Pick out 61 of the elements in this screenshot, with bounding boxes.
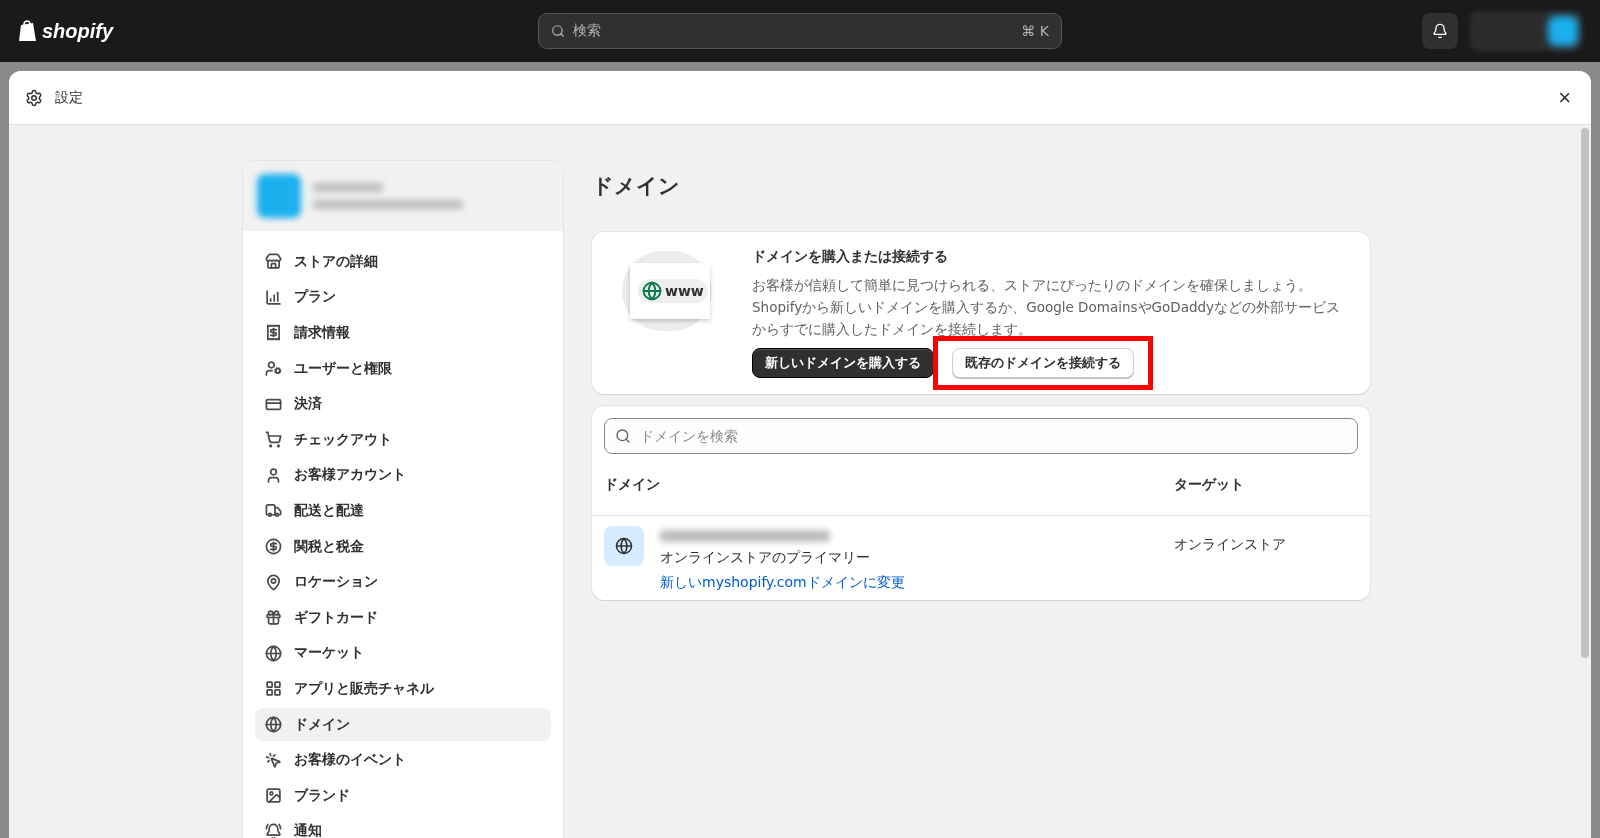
scrollbar[interactable] bbox=[1581, 128, 1589, 658]
sidebar-item[interactable]: ロケーション bbox=[255, 565, 551, 599]
store-avatar bbox=[257, 174, 301, 218]
sidebar-item[interactable]: 決済 bbox=[255, 387, 551, 421]
sidebar-item[interactable]: ブランド bbox=[255, 778, 551, 813]
cart-icon bbox=[265, 431, 282, 449]
account-menu[interactable] bbox=[1470, 11, 1582, 51]
sidebar-item[interactable]: チェックアウト bbox=[255, 422, 551, 457]
sidebar-item[interactable]: ユーザーと権限 bbox=[255, 351, 551, 386]
shopping-bag-icon bbox=[18, 19, 38, 43]
promo-description: お客様が信頼して簡単に見つけられる、ストアにぴったりのドメインを確保しましょう。Shopifyから新しいドメインを購入するか、Google DomainsやGoDaddyなどの外部サービスからすでに購入したドメインを接続します。 bbox=[752, 276, 1342, 339]
logo-text[interactable]: shopify bbox=[42, 19, 114, 43]
sidebar-item[interactable]: 関税と税金 bbox=[255, 529, 551, 564]
buy-domain-button[interactable]: 新しいドメインを購入する bbox=[752, 348, 934, 378]
globe-icon bbox=[604, 526, 644, 566]
column-header: ドメイン bbox=[604, 475, 661, 494]
bell-icon bbox=[265, 822, 282, 838]
sidebar-item[interactable]: マーケット bbox=[255, 636, 551, 671]
promo-title: ドメインを購入または接続する bbox=[752, 248, 949, 266]
close-button[interactable]: × bbox=[1554, 84, 1575, 111]
person-icon bbox=[265, 466, 282, 484]
gift-icon bbox=[265, 609, 282, 627]
bell-icon bbox=[1432, 23, 1448, 39]
change-domain-link[interactable]: 新しいmyshopify.comドメインに変更 bbox=[660, 574, 905, 592]
map-pin-icon bbox=[265, 573, 282, 591]
bar-chart-icon bbox=[265, 288, 282, 306]
coin-icon bbox=[265, 538, 282, 556]
search-field[interactable]: 検索 ⌘ K bbox=[538, 13, 1062, 49]
search-placeholder: 検索 bbox=[573, 22, 601, 40]
image-icon bbox=[265, 787, 282, 805]
globe-icon bbox=[265, 716, 282, 733]
search-icon bbox=[615, 428, 631, 444]
sidebar-item[interactable]: 請求情報 bbox=[255, 316, 551, 350]
notifications-button[interactable] bbox=[1422, 13, 1458, 49]
store-icon bbox=[265, 253, 282, 271]
target-cell-text: オンラインストア bbox=[1174, 535, 1287, 554]
sidebar-item[interactable]: アプリと販売チャネル bbox=[255, 672, 551, 706]
search-icon bbox=[551, 24, 565, 38]
column-header: ターゲット bbox=[1174, 475, 1245, 494]
page-title: ドメイン bbox=[592, 173, 681, 200]
sidebar-item[interactable]: ギフトカード bbox=[255, 600, 551, 635]
sidebar-item[interactable]: プラン bbox=[255, 280, 551, 315]
domain-description: オンラインストアのプライマリー bbox=[660, 549, 871, 567]
sidebar-item[interactable]: ドメイン bbox=[255, 707, 551, 742]
sidebar-item[interactable]: 配送と配達 bbox=[255, 494, 551, 528]
settings-icon bbox=[25, 88, 43, 107]
keyboard-shortcut: ⌘ K bbox=[1021, 23, 1049, 39]
sidebar-item[interactable]: 通知 bbox=[255, 814, 551, 838]
user-gear-icon bbox=[265, 360, 282, 378]
domain-illustration: www bbox=[622, 251, 712, 331]
window-title: 設定 bbox=[55, 88, 84, 107]
pointer-click-icon bbox=[265, 751, 282, 769]
grid-icon bbox=[265, 680, 282, 698]
domain-search-field[interactable]: ドメインを検索 bbox=[604, 418, 1358, 454]
globe-icon bbox=[265, 644, 282, 662]
sidebar-item[interactable]: お客様のイベント bbox=[255, 743, 551, 777]
receipt-icon bbox=[265, 324, 282, 342]
connect-domain-button[interactable]: 既存のドメインを接続する bbox=[952, 348, 1134, 378]
truck-icon bbox=[265, 502, 282, 520]
sidebar-item[interactable]: ストアの詳細 bbox=[255, 245, 551, 279]
sidebar-item[interactable]: お客様アカウント bbox=[255, 458, 551, 493]
